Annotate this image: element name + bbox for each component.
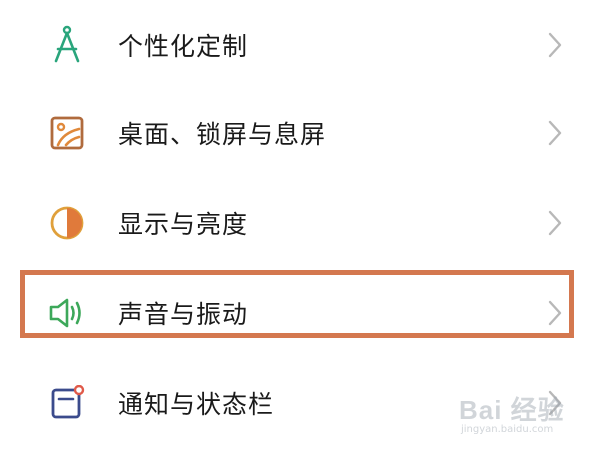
settings-item-label: 桌面、锁屏与息屏 bbox=[118, 120, 327, 149]
notification-icon bbox=[46, 382, 88, 424]
settings-item-label: 声音与振动 bbox=[118, 300, 249, 329]
compass-icon bbox=[46, 24, 88, 66]
watermark-brand: Bai 经验 bbox=[459, 395, 565, 425]
settings-item-label: 通知与状态栏 bbox=[118, 390, 275, 419]
settings-item-sound-vibration[interactable]: 声音与振动 bbox=[0, 268, 600, 358]
chevron-right-icon bbox=[548, 210, 562, 236]
chevron-right-icon bbox=[548, 120, 562, 146]
watermark-url: jingyan.baidu.com bbox=[461, 424, 554, 435]
brightness-icon bbox=[46, 202, 88, 244]
settings-item-display-brightness[interactable]: 显示与亮度 bbox=[0, 178, 600, 268]
chevron-right-icon bbox=[548, 300, 562, 326]
wallpaper-icon bbox=[46, 112, 88, 154]
settings-item-personalization[interactable]: 个性化定制 bbox=[0, 0, 600, 90]
watermark: Bai 经验 jingyan.baidu.com bbox=[455, 388, 595, 446]
settings-item-desktop-lockscreen[interactable]: 桌面、锁屏与息屏 bbox=[0, 88, 600, 178]
settings-item-label: 个性化定制 bbox=[118, 32, 249, 61]
speaker-icon bbox=[46, 292, 88, 334]
chevron-right-icon bbox=[548, 32, 562, 58]
settings-page: 个性化定制 桌面、锁屏与息屏 显示与亮度 声音与振动 通知与状态栏 Bai 经验… bbox=[0, 0, 600, 450]
settings-item-label: 显示与亮度 bbox=[118, 210, 249, 239]
